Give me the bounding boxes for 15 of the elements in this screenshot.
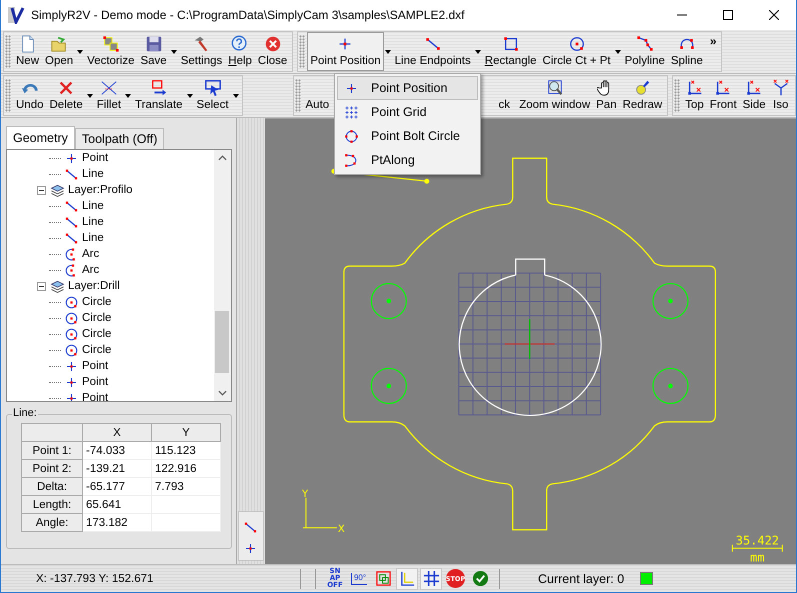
row-header: Length: [22,496,82,514]
row-header: Point 2: [22,460,82,478]
group-title: Line: [12,407,38,419]
scale-value: 35.422 [735,534,779,548]
window-title: SimplyR2V - Demo mode - C:\ProgramData\SimplyCam 3\samples\SAMPLE2.dxf [31,8,466,22]
axis-label: X [338,524,344,535]
scale-unit: mm [750,550,764,565]
cursor-coordinates: X: -137.793 Y: 152.671 [36,572,154,584]
current-layer: Current layer: 0 [538,572,624,586]
axis-label: Y [302,488,308,500]
row-header: Point 1: [22,442,82,460]
column-header: Y [152,424,220,442]
row-header: Delta: [22,478,82,496]
column-header: X [82,424,152,442]
row-header: Angle: [22,514,82,532]
